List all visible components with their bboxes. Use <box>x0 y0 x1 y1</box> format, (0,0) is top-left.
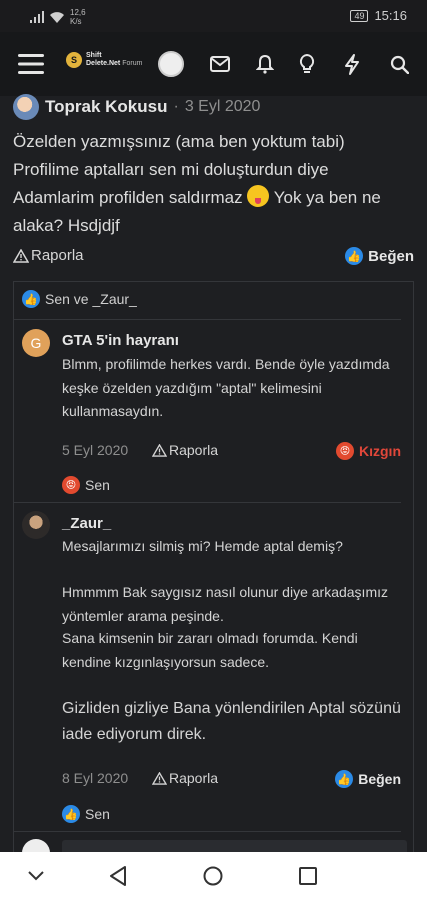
thumbs-up-icon: 👍 <box>335 770 354 788</box>
mail-icon[interactable] <box>207 51 233 77</box>
menu-icon[interactable] <box>18 51 44 77</box>
author-name[interactable]: Toprak Kokusu <box>45 97 167 117</box>
comment-thread: 👍 Sen ve _Zaur_ G GTA 5'in hayranı Blmm,… <box>13 281 414 870</box>
bell-icon[interactable] <box>252 51 278 77</box>
chevron-down-icon[interactable] <box>24 864 48 888</box>
post-actions: Raporla 👍 Beğen <box>0 247 427 271</box>
comment-text-line3: Sana kimsenin bir zararı olmadı forumda.… <box>62 630 358 670</box>
warning-icon <box>152 443 167 457</box>
post-reactors[interactable]: 👍 Sen ve _Zaur_ <box>22 290 137 308</box>
signal-icon <box>30 11 44 23</box>
logo-mark: S <box>66 52 82 68</box>
comment-zaur: _Zaur_ Mesajlarımızı silmiş mi? Hemde ap… <box>14 502 401 832</box>
warning-icon <box>152 771 167 785</box>
search-icon[interactable] <box>386 51 412 77</box>
angry-face-icon: 😡 <box>62 476 80 494</box>
tongue-emoji-icon <box>247 185 270 207</box>
angry-reaction-button[interactable]: 😡 Kızgın <box>336 442 401 460</box>
user-avatar[interactable] <box>158 51 184 77</box>
thumbs-up-icon: 👍 <box>345 247 364 265</box>
back-icon[interactable] <box>106 864 130 888</box>
post-body: Özelden yazmışsınız (ama ben yoktum tabi… <box>13 132 381 235</box>
report-button[interactable]: Raporla <box>13 247 84 264</box>
system-nav-bar <box>0 852 427 900</box>
comment-text-line1: Mesajlarımızı silmiş mi? Hemde aptal dem… <box>62 538 343 554</box>
app-header: S Shift Delete.Net Forum <box>0 32 427 96</box>
lightbulb-icon[interactable] <box>294 51 320 77</box>
post-header: Toprak Kokusu · 3 Eyl 2020 <box>13 94 260 120</box>
post-date[interactable]: 3 Eyl 2020 <box>185 98 261 116</box>
network-speed: 12,6 K/s <box>70 8 86 26</box>
author-avatar[interactable] <box>13 94 39 120</box>
thumbs-up-icon: 👍 <box>62 805 80 823</box>
report-button[interactable]: Raporla <box>152 770 218 786</box>
status-bar: 12,6 K/s 49 15:16 <box>0 0 427 32</box>
comment-date[interactable]: 5 Eyl 2020 <box>62 442 128 458</box>
comment-reactors[interactable]: 😡 Sen <box>62 476 110 494</box>
bolt-icon[interactable] <box>339 51 365 77</box>
comment-reactors[interactable]: 👍 Sen <box>62 805 110 823</box>
home-icon[interactable] <box>201 864 225 888</box>
commenter-name[interactable]: _Zaur_ <box>62 515 111 532</box>
commenter-avatar[interactable] <box>22 511 50 539</box>
like-button[interactable]: 👍 Beğen <box>345 247 414 265</box>
wifi-icon <box>50 11 64 23</box>
comment-gta: G GTA 5'in hayranı Blmm, profilimde herk… <box>14 319 401 502</box>
warning-icon <box>13 248 29 263</box>
comment-text-line2: Hmmmm Bak saygısız nasıl olunur diye ark… <box>62 584 388 624</box>
like-button[interactable]: 👍 Beğen <box>335 770 401 788</box>
commenter-avatar[interactable]: G <box>22 329 50 357</box>
comment-text-emphasis: Gizliden gizliye Bana yönlendirilen Apta… <box>62 700 401 743</box>
site-logo[interactable]: S Shift Delete.Net Forum <box>66 52 142 68</box>
report-button[interactable]: Raporla <box>152 442 218 458</box>
comment-date[interactable]: 8 Eyl 2020 <box>62 770 128 786</box>
separator: · <box>173 98 179 115</box>
angry-face-icon: 😡 <box>336 442 354 460</box>
commenter-name[interactable]: GTA 5'in hayranı <box>62 332 179 349</box>
comment-text: Blmm, profilimde herkes vardı. Bende öyl… <box>62 356 390 419</box>
thumbs-up-icon: 👍 <box>22 290 40 308</box>
recents-icon[interactable] <box>296 864 320 888</box>
clock: 15:16 <box>374 8 407 23</box>
battery-icon: 49 <box>350 9 369 22</box>
